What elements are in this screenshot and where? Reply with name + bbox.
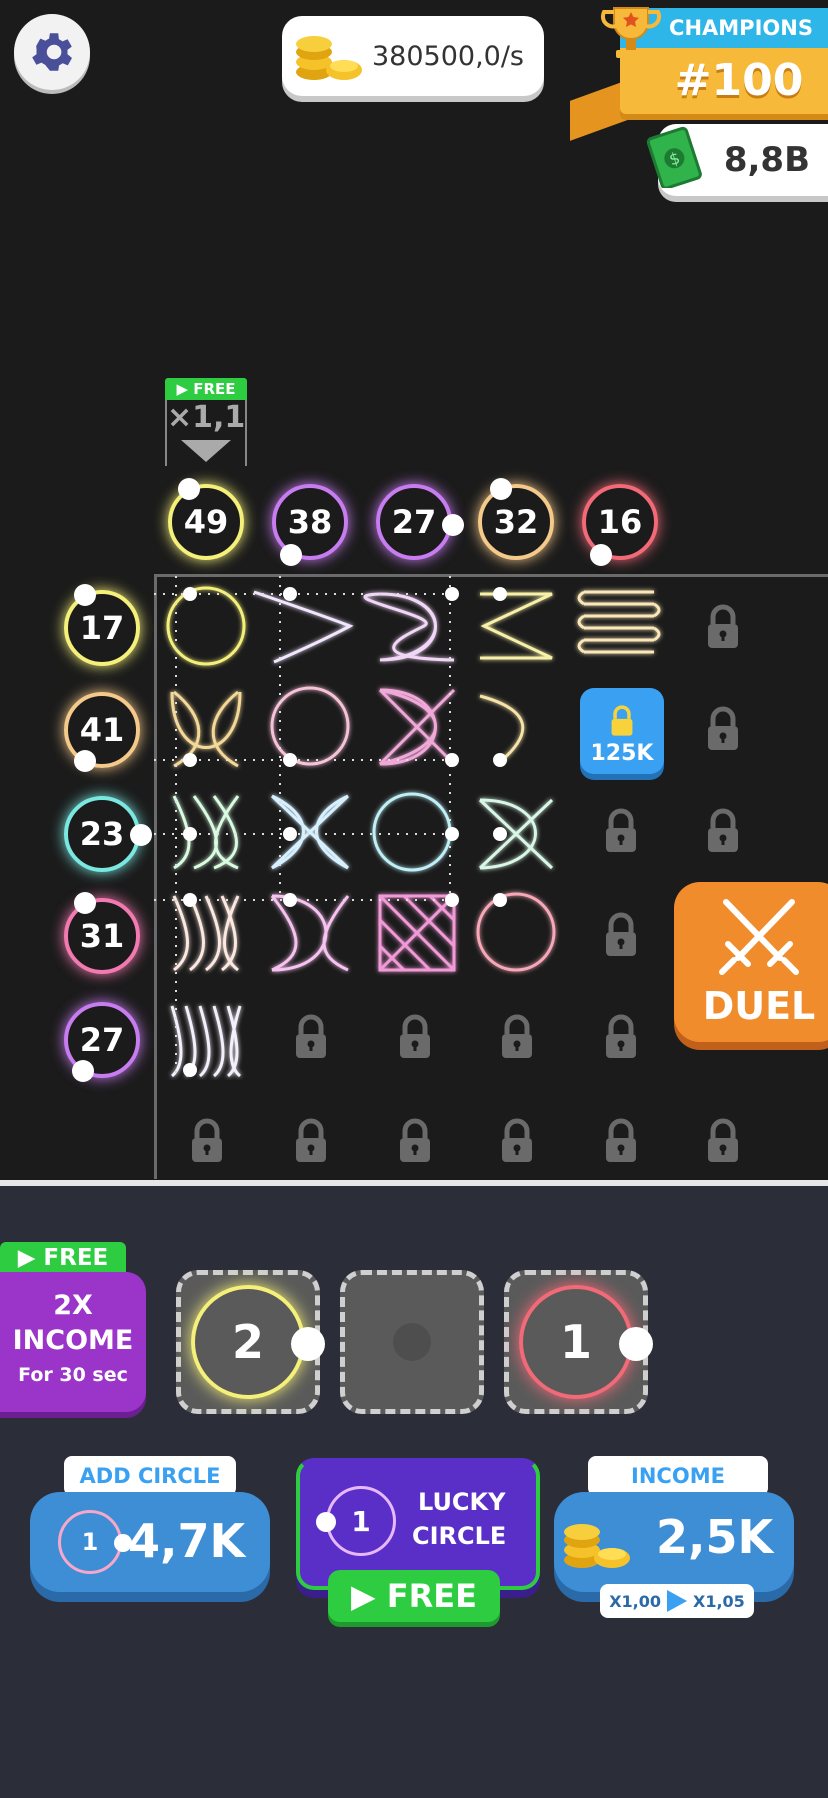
lock-icon — [604, 912, 638, 958]
income-multiplier-bar: X1,00 X1,05 — [600, 1584, 754, 1618]
lock-icon — [604, 1118, 638, 1164]
orbit-dot — [178, 478, 200, 500]
coins-icon — [564, 1524, 630, 1568]
double-income-button[interactable]: ▶ FREE 2X INCOME For 30 sec — [0, 1242, 146, 1418]
coin-rate-value: 380500,0/s — [372, 40, 524, 72]
column-head[interactable]: 32 — [478, 484, 554, 560]
unlock-price: 125K — [590, 741, 654, 766]
lock-icon — [604, 1014, 638, 1060]
orbit-dot — [74, 584, 96, 606]
orbit-dot — [280, 544, 302, 566]
lock-icon — [611, 705, 633, 736]
lock-icon — [706, 604, 740, 650]
slot-circle: 1 — [519, 1285, 633, 1399]
gear-icon — [32, 33, 72, 71]
column-head-value: 32 — [493, 503, 539, 541]
lucky-label-2: CIRCLE — [412, 1522, 507, 1550]
empty-slot-marker — [393, 1323, 431, 1361]
column-head-value: 16 — [597, 503, 643, 541]
lock-icon — [706, 706, 740, 752]
lock-icon — [604, 808, 638, 854]
arrow-right-icon — [667, 1590, 687, 1612]
slot-circle: 2 — [191, 1285, 305, 1399]
orbit-dot — [74, 750, 96, 772]
inventory-slot[interactable]: 2 — [176, 1270, 325, 1414]
lock-icon — [294, 1118, 328, 1164]
lucky-circle-level: 1 — [351, 1504, 371, 1538]
orbit-dot — [72, 1060, 94, 1082]
cash-icon: $ — [646, 126, 702, 188]
coins-icon — [296, 36, 362, 80]
row-head-value: 23 — [79, 815, 125, 853]
lucky-label-1: LUCKY — [418, 1488, 506, 1516]
orbit-dot — [316, 1512, 336, 1532]
crossed-swords-icon — [719, 899, 799, 975]
lock-icon — [706, 1118, 740, 1164]
add-circle-tag: ADD CIRCLE — [64, 1456, 236, 1496]
multiplier-from: X1,00 — [609, 1591, 661, 1611]
trophy-icon — [600, 7, 662, 58]
add-circle-price: 4,7K — [128, 1514, 246, 1568]
income-multiplier-label: 2X — [53, 1290, 93, 1321]
add-circle-level-ring: 1 — [58, 1510, 122, 1574]
income-tag: INCOME — [588, 1456, 768, 1496]
lock-icon — [398, 1014, 432, 1060]
lock-icon — [706, 808, 740, 854]
duel-label: DUEL — [702, 984, 816, 1028]
coin-rate-display: 380500,0/s — [282, 16, 544, 96]
orbit-dot — [74, 892, 96, 914]
add-circle-button[interactable]: 1 4,7K — [30, 1492, 270, 1592]
column-boost-multiplier[interactable]: ×1,1 — [165, 400, 247, 466]
orbit-dot — [590, 544, 612, 566]
cash-value: 8,8B — [723, 140, 810, 180]
slot-level: 1 — [559, 1315, 592, 1369]
unlock-cell-button[interactable]: 125K — [580, 688, 664, 774]
add-circle-level: 1 — [81, 1528, 99, 1556]
row-head-value: 17 — [79, 609, 125, 647]
column-head-value: 27 — [391, 503, 437, 541]
duel-button[interactable]: DUEL — [674, 882, 828, 1042]
orbit-dot — [291, 1327, 325, 1361]
duration-label: For 30 sec — [18, 1364, 128, 1386]
row-head-value: 31 — [79, 917, 125, 955]
orbit-dot — [130, 824, 152, 846]
orbit-dot — [619, 1327, 653, 1361]
settings-button[interactable] — [14, 14, 90, 90]
column-head-value: 38 — [287, 503, 333, 541]
column-head[interactable]: 27 — [376, 484, 452, 560]
lucky-circle-ring: 1 — [326, 1486, 396, 1556]
row-head[interactable]: 23 — [64, 796, 140, 872]
inventory-slot-empty[interactable] — [340, 1270, 484, 1414]
arrow-down-icon — [181, 440, 231, 462]
lissajous-grid — [154, 576, 661, 1078]
income-value: 2,5K — [656, 1510, 774, 1564]
column-boost-free-tag[interactable]: ▶ FREE — [165, 378, 247, 400]
free-tag: ▶ FREE — [0, 1242, 126, 1274]
slot-level: 2 — [231, 1315, 264, 1369]
multiplier-value: ×1,1 — [167, 400, 246, 435]
lock-icon — [190, 1118, 224, 1164]
row-head-value: 27 — [79, 1021, 125, 1059]
lock-icon — [398, 1118, 432, 1164]
row-head-value: 41 — [79, 711, 125, 749]
champions-badge[interactable]: CHAMPIONS #100 8,8B $ — [570, 0, 828, 200]
multiplier-to: X1,05 — [693, 1591, 745, 1611]
lock-icon — [500, 1118, 534, 1164]
inventory-slot[interactable]: 1 — [504, 1270, 653, 1414]
orbit-dot — [490, 478, 512, 500]
lock-icon — [294, 1014, 328, 1060]
lock-icon — [500, 1014, 534, 1060]
orbit-dot — [442, 514, 464, 536]
double-income-body: 2X INCOME For 30 sec — [0, 1272, 146, 1412]
column-head-value: 49 — [183, 503, 229, 541]
lucky-free-tag[interactable]: ▶ FREE — [328, 1570, 500, 1622]
income-upgrade-button[interactable]: 2,5K — [554, 1492, 794, 1592]
income-label: INCOME — [12, 1325, 134, 1356]
